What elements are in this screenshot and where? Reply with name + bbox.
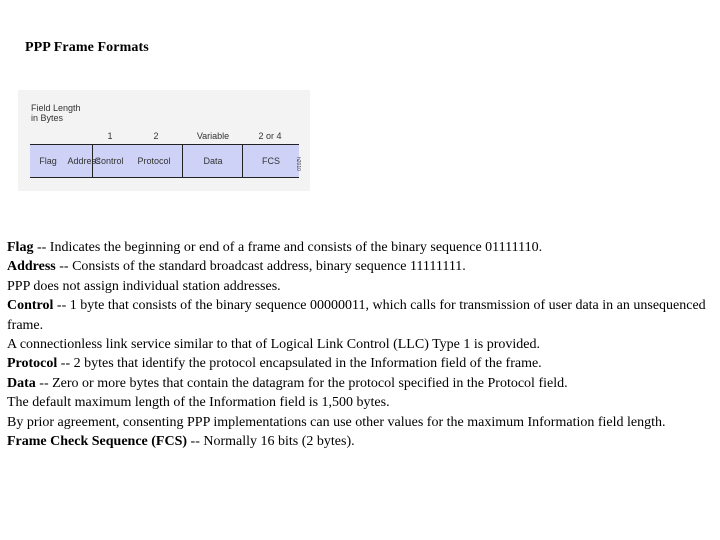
desc-fcs: Frame Check Sequence (FCS) -- Normally 1… bbox=[7, 432, 712, 451]
desc-text: -- Normally 16 bits (2 bytes). bbox=[187, 434, 355, 450]
desc-data-note-1: The default maximum length of the Inform… bbox=[7, 393, 712, 412]
desc-address: Address -- Consists of the standard broa… bbox=[7, 257, 712, 276]
desc-control-note: A connectionless link service similar to… bbox=[7, 335, 712, 354]
desc-term: Frame Check Sequence (FCS) bbox=[7, 434, 188, 450]
frame-bar: Flag Address Control Protocol Data FCS bbox=[30, 144, 299, 178]
field-protocol: Protocol bbox=[137, 156, 171, 166]
desc-text: -- Indicates the beginning or end of a f… bbox=[33, 240, 543, 255]
field-length-label: Field Length in Bytes bbox=[31, 103, 81, 123]
desc-control: Control -- 1 byte that consists of the b… bbox=[7, 296, 712, 335]
field-control: Control bbox=[94, 156, 124, 166]
desc-text: PPP does not assign individual station a… bbox=[7, 278, 281, 294]
desc-term: Data bbox=[7, 375, 36, 391]
desc-data: Data -- Zero or more bytes that contain … bbox=[7, 374, 712, 393]
desc-text: A connectionless link service similar to… bbox=[7, 337, 540, 353]
length-protocol: 2 bbox=[153, 131, 159, 141]
field-length-label-line1: Field Length bbox=[31, 103, 81, 113]
desc-text: The default maximum length of the Inform… bbox=[7, 395, 390, 411]
field-data: Data bbox=[203, 156, 223, 166]
desc-address-note: PPP does not assign individual station a… bbox=[7, 277, 712, 296]
field-length-label-line2: in Bytes bbox=[31, 113, 64, 123]
desc-term: Protocol bbox=[7, 356, 58, 372]
desc-text: By prior agreement, consenting PPP imple… bbox=[7, 414, 666, 430]
field-descriptions: Flag -- Indicates the beginning or end o… bbox=[7, 238, 712, 451]
desc-term: Address bbox=[7, 259, 56, 275]
length-data: Variable bbox=[196, 131, 230, 141]
desc-term: Control bbox=[7, 298, 54, 314]
length-control: 1 bbox=[107, 131, 113, 141]
field-flag: Flag bbox=[39, 156, 57, 166]
desc-data-note-2: By prior agreement, consenting PPP imple… bbox=[7, 413, 712, 432]
page-title: PPP Frame Formats bbox=[25, 40, 149, 55]
figure-id: h2010 bbox=[295, 157, 301, 171]
ppp-frame-diagram: Field Length in Bytes 1 2 Variable 2 or … bbox=[18, 90, 310, 191]
field-fcs: FCS bbox=[262, 156, 280, 166]
desc-text: -- 2 bytes that identify the protocol en… bbox=[57, 356, 542, 372]
length-fcs: 2 or 4 bbox=[258, 131, 282, 141]
desc-text: -- 1 byte that consists of the binary se… bbox=[7, 298, 706, 333]
desc-text: -- Consists of the standard broadcast ad… bbox=[55, 259, 466, 275]
desc-protocol: Protocol -- 2 bytes that identify the pr… bbox=[7, 354, 712, 373]
desc-text: -- Zero or more bytes that contain the d… bbox=[35, 375, 568, 391]
desc-flag: Flag -- Indicates the beginning or end o… bbox=[7, 238, 712, 257]
desc-term: Flag bbox=[7, 240, 34, 255]
